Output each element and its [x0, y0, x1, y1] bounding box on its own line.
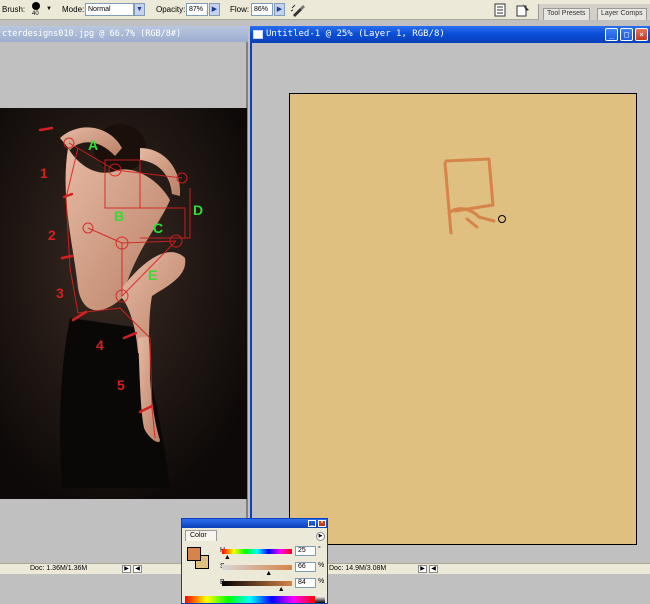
hue-unit: °	[318, 546, 321, 553]
brightness-input[interactable]: 84	[295, 578, 316, 588]
annotation-number-2: 2	[48, 227, 56, 243]
saturation-unit: %	[318, 562, 325, 569]
annotation-number-5: 5	[117, 377, 125, 393]
status-menu-icon[interactable]: ▶	[122, 565, 131, 573]
annotation-letter-c: C	[153, 220, 163, 236]
mode-label: Mode:	[62, 5, 85, 14]
saturation-slider[interactable]	[222, 565, 292, 570]
saturation-slider-thumb-icon[interactable]: ▲	[265, 570, 272, 577]
airbrush-icon[interactable]	[290, 2, 306, 18]
hue-slider[interactable]	[222, 549, 292, 554]
annotation-number-3: 3	[56, 285, 64, 301]
canvas-sketch	[443, 157, 506, 235]
close-button[interactable]: ×	[635, 28, 648, 41]
hue-slider-thumb-icon[interactable]: ▲	[224, 554, 231, 561]
brush-preview-icon[interactable]	[32, 2, 40, 10]
annotation-number-1: 1	[40, 165, 48, 181]
mode-dropdown-icon[interactable]: ▼	[134, 3, 145, 16]
document2-status-bar: Doc: 14.9M/3.08M ▶ ◀	[328, 563, 650, 574]
annotation-letter-d: D	[193, 202, 203, 218]
brush-cursor-icon	[498, 215, 506, 223]
annotation-letter-b: B	[114, 208, 124, 224]
color-ramp[interactable]	[185, 596, 315, 603]
document2-status: Doc: 14.9M/3.08M	[329, 565, 387, 572]
tab-layer-comps[interactable]: Layer Comps	[597, 8, 647, 20]
foreground-color-swatch[interactable]	[187, 547, 201, 561]
palette-menu-icon[interactable]: ▶	[316, 532, 325, 541]
annotation-letter-a: A	[88, 137, 98, 153]
color-palette: _ × Color ▶ H ▲ 25 ° S ▲ 66 % B ▲ 84 %	[181, 518, 328, 604]
reference-photo[interactable]: 1 2 3 4 5 A B C D E	[0, 108, 247, 499]
brightness-unit: %	[318, 578, 325, 585]
annotation-number-4: 4	[96, 337, 104, 353]
palette-toggle-icon[interactable]	[515, 2, 531, 18]
document1-title: cterdesigns010.jpg @ 66.7% (RGB/8#)	[2, 29, 182, 39]
brush-label: Brush:	[2, 5, 26, 14]
brush-size: 40	[32, 11, 39, 17]
palette-close-button[interactable]: ×	[318, 520, 326, 527]
document1-status-bar: Doc: 1.36M/1.36M ▶ ◀	[0, 563, 181, 574]
hue-input[interactable]: 25	[295, 546, 316, 556]
brightness-slider-thumb-icon[interactable]: ▲	[278, 586, 285, 593]
saturation-input[interactable]: 66	[295, 562, 316, 572]
tab-tool-presets[interactable]: Tool Presets	[543, 8, 590, 20]
maximize-button[interactable]: □	[620, 28, 633, 41]
document1-title-bar[interactable]: cterdesigns010.jpg @ 66.7% (RGB/8#)	[0, 26, 248, 42]
grayscale-ramp[interactable]	[315, 596, 325, 603]
mode-select[interactable]: Normal	[85, 3, 134, 16]
brush-dropdown-icon[interactable]: ▼	[46, 6, 52, 12]
tab-color[interactable]: Color	[185, 530, 217, 541]
scroll-left-icon-2[interactable]: ◀	[429, 565, 438, 573]
document-icon	[253, 30, 263, 39]
minimize-button[interactable]: _	[605, 28, 618, 41]
opacity-label: Opacity:	[156, 5, 186, 14]
document2-title: Untitled-1 @ 25% (Layer 1, RGB/8)	[266, 29, 445, 39]
opacity-slider-icon[interactable]: ▶	[209, 3, 220, 16]
palette-well: Tool Presets Layer Comps	[538, 4, 650, 20]
scroll-left-icon[interactable]: ◀	[133, 565, 142, 573]
opacity-input[interactable]: 87%	[186, 3, 208, 16]
status-menu-icon-2[interactable]: ▶	[418, 565, 427, 573]
options-bar: Brush: 40 ▼ Mode: Normal ▼ Opacity: 87% …	[0, 0, 650, 20]
color-palette-title-bar[interactable]: _ ×	[182, 519, 327, 528]
flow-slider-icon[interactable]: ▶	[274, 3, 285, 16]
palette-minimize-button[interactable]: _	[308, 520, 316, 527]
document1-status: Doc: 1.36M/1.36M	[30, 565, 88, 572]
document2-title-bar[interactable]: Untitled-1 @ 25% (Layer 1, RGB/8) _ □ ×	[250, 26, 650, 43]
flow-input[interactable]: 86%	[251, 3, 273, 16]
annotation-letter-e: E	[148, 267, 157, 283]
flow-label: Flow:	[230, 5, 250, 14]
file-browser-icon[interactable]	[492, 2, 508, 18]
